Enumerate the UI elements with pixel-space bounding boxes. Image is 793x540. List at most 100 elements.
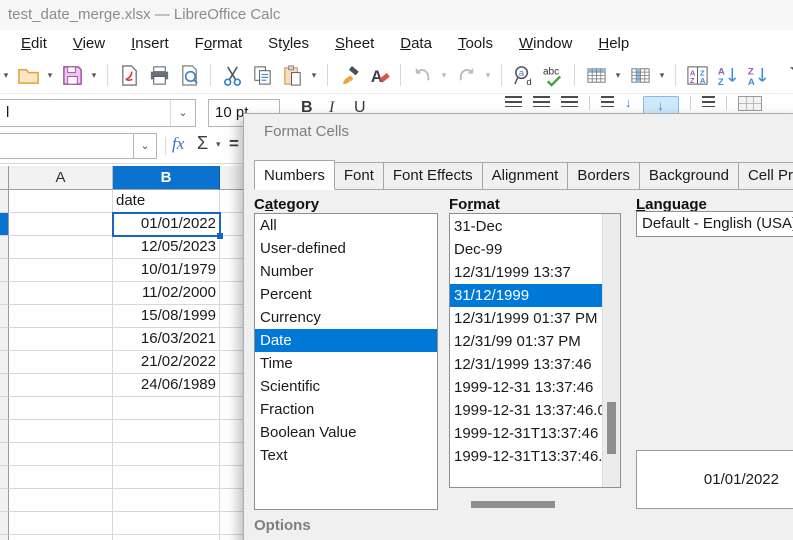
menu-format[interactable]: Format	[182, 32, 256, 55]
select-all-corner[interactable]	[0, 166, 9, 190]
cell-A13[interactable]	[9, 466, 113, 489]
row-header-sliver[interactable]	[0, 328, 9, 351]
row-header-sliver[interactable]	[0, 236, 9, 259]
format-item-dec-99[interactable]: Dec-99	[450, 238, 603, 261]
category-item-time[interactable]: Time	[255, 352, 437, 375]
format-item-31-12-1999[interactable]: 31/12/1999	[450, 284, 603, 307]
category-item-text[interactable]: Text	[255, 444, 437, 467]
category-item-boolean-value[interactable]: Boolean Value	[255, 421, 437, 444]
clone-formatting-icon[interactable]	[337, 63, 361, 87]
cell-selection-outline[interactable]	[112, 212, 223, 239]
sum-dropdown-icon[interactable]: ▾	[216, 139, 221, 150]
sort-ascending-icon[interactable]: AZ	[715, 63, 739, 87]
format-item-31-dec[interactable]: 31-Dec	[450, 215, 603, 238]
function-wizard-icon[interactable]: fx	[172, 134, 184, 154]
cell-B11[interactable]	[113, 420, 220, 443]
export-pdf-icon[interactable]	[117, 63, 141, 87]
menu-sheet[interactable]: Sheet	[322, 32, 387, 55]
cell-A15[interactable]	[9, 512, 113, 535]
category-item-fraction[interactable]: Fraction	[255, 398, 437, 421]
cell-B1[interactable]: date	[113, 190, 220, 213]
row-header-sliver[interactable]	[0, 282, 9, 305]
name-box-dropdown-icon[interactable]: ⌄	[134, 133, 157, 159]
row-header-sliver[interactable]	[0, 420, 9, 443]
paste-dropdown-icon[interactable]: ▾	[310, 70, 318, 81]
redo-icon[interactable]	[454, 63, 478, 87]
category-item-number[interactable]: Number	[255, 260, 437, 283]
cell-B5[interactable]: 11/02/2000	[113, 282, 220, 305]
row-header-sliver[interactable]	[0, 466, 9, 489]
rows-dropdown-icon[interactable]: ▾	[614, 70, 622, 81]
save-dropdown-icon[interactable]: ▾	[90, 70, 98, 81]
format-listbox[interactable]: 31-Dec Dec-99 12/31/1999 13:37 31/12/1999 12…	[449, 213, 621, 488]
cell-A1[interactable]	[9, 190, 113, 213]
sort-descending-icon[interactable]: ZA	[745, 63, 769, 87]
cell-B8[interactable]: 21/02/2022	[113, 351, 220, 374]
format-horizontal-scrollbar[interactable]	[471, 501, 555, 508]
cell-A9[interactable]	[9, 374, 113, 397]
font-name-dropdown-icon[interactable]: ⌄	[170, 100, 195, 126]
menu-styles[interactable]: Styles	[255, 32, 322, 55]
row-header-sliver[interactable]	[0, 305, 9, 328]
format-item-12-31-1999-13-37[interactable]: 12/31/1999 13:37	[450, 261, 603, 284]
row-header-sliver[interactable]	[0, 535, 9, 540]
name-box[interactable]	[0, 133, 134, 159]
column-header-b[interactable]: B	[113, 166, 220, 190]
row-header-sliver[interactable]	[0, 259, 9, 282]
sort-icon[interactable]: AZZA	[685, 63, 709, 87]
cell-B10[interactable]	[113, 397, 220, 420]
category-item-percent[interactable]: Percent	[255, 283, 437, 306]
row-header-sliver[interactable]	[0, 374, 9, 397]
tab-font-effects[interactable]: Font Effects	[382, 162, 483, 190]
undo-dropdown-icon[interactable]: ▾	[440, 70, 448, 81]
cell-B12[interactable]	[113, 443, 220, 466]
cut-icon[interactable]	[220, 63, 244, 87]
cell-A8[interactable]	[9, 351, 113, 374]
font-name-combobox[interactable]: l ⌄	[0, 99, 196, 127]
cell-B3[interactable]: 12/05/2023	[113, 236, 220, 259]
tab-borders[interactable]: Borders	[567, 162, 640, 190]
category-item-date[interactable]: Date	[255, 329, 437, 352]
format-item-12-31-1999-13-37-46[interactable]: 12/31/1999 13:37:46	[450, 353, 603, 376]
print-preview-icon[interactable]	[177, 63, 201, 87]
copy-icon[interactable]	[250, 63, 274, 87]
columns-dropdown-icon[interactable]: ▾	[658, 70, 666, 81]
menu-data[interactable]: Data	[387, 32, 445, 55]
cell-A12[interactable]	[9, 443, 113, 466]
category-item-scientific[interactable]: Scientific	[255, 375, 437, 398]
cell-A11[interactable]	[9, 420, 113, 443]
fill-handle[interactable]	[217, 233, 223, 239]
cell-B6[interactable]: 15/08/1999	[113, 305, 220, 328]
row-header-sliver[interactable]	[0, 190, 9, 213]
tab-background[interactable]: Background	[638, 162, 739, 190]
wrap-text-icon[interactable]	[701, 96, 715, 107]
category-item-all[interactable]: All	[255, 214, 437, 237]
cell-A10[interactable]	[9, 397, 113, 420]
format-item-12-31-1999-01-37-pm[interactable]: 12/31/1999 01:37 PM	[450, 307, 603, 330]
undo-icon[interactable]	[410, 63, 434, 87]
menu-view[interactable]: View	[60, 32, 118, 55]
autofilter-icon[interactable]	[789, 63, 793, 87]
align-right-icon[interactable]	[561, 96, 578, 107]
cell-B4[interactable]: 10/01/1979	[113, 259, 220, 282]
align-left-icon[interactable]	[505, 96, 522, 107]
row-header-sliver[interactable]	[0, 213, 9, 236]
category-item-currency[interactable]: Currency	[255, 306, 437, 329]
redo-dropdown-icon[interactable]: ▾	[484, 70, 492, 81]
menu-help[interactable]: Help	[585, 32, 642, 55]
menu-tools[interactable]: Tools	[445, 32, 506, 55]
scrollbar-thumb[interactable]	[607, 402, 616, 454]
save-icon[interactable]	[60, 63, 84, 87]
cell-B15[interactable]	[113, 512, 220, 535]
column-header-a[interactable]: A	[9, 166, 113, 190]
cell-A14[interactable]	[9, 489, 113, 512]
row-header-sliver[interactable]	[0, 351, 9, 374]
menu-insert[interactable]: Insert	[118, 32, 182, 55]
cell-B16[interactable]	[113, 535, 220, 540]
row-header-sliver[interactable]	[0, 397, 9, 420]
cell-B13[interactable]	[113, 466, 220, 489]
rows-icon[interactable]	[584, 63, 608, 87]
align-center-icon[interactable]	[533, 96, 550, 107]
row-header-sliver[interactable]	[0, 489, 9, 512]
open-dropdown-icon[interactable]: ▾	[46, 70, 54, 81]
